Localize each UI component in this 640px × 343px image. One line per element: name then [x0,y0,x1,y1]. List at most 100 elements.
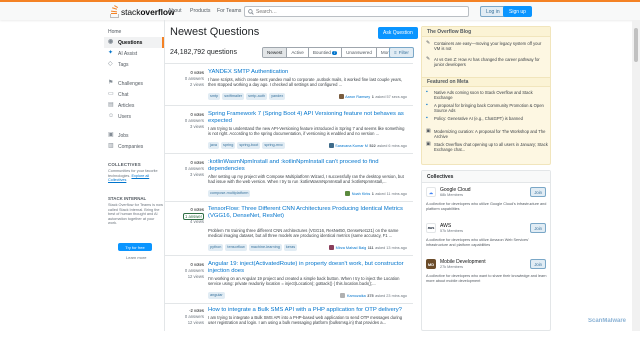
filter-button[interactable]: ≡ Filter [389,47,414,58]
meta-item[interactable]: ▣ Modernizing curation: A proposal for Th… [426,128,548,140]
search-input[interactable] [256,8,456,15]
collectives-widget: Collectives ☁ Google Cloud 68k Members J… [421,170,551,331]
tag-chip[interactable]: smtp-auth [246,93,268,100]
tab-bountied[interactable]: Bountied 7 [308,48,343,57]
tag-chip[interactable]: machine-learning [248,244,282,251]
stack-internal-heading: STACK INTERNAL [108,196,147,201]
challenge-icon: ⚑ [108,80,114,86]
tag-chip[interactable]: spring-boot [237,142,261,149]
nav-about[interactable]: About [164,6,186,16]
question-row: 0 votes 0 answers 2 views YANDEX SMTP Authe… [164,63,413,105]
avatar[interactable] [340,293,346,298]
user-name-link[interactable]: Aaron Ramsey [345,95,370,99]
join-button[interactable]: Join [530,223,546,233]
blog-item[interactable]: ✎ Containers are easy—moving your legacy … [426,41,548,52]
asked-time: asked 6 mins ago [377,143,407,148]
stackexchange-icon: ▣ [426,141,431,147]
user-name-link[interactable]: Saravana Kumar M [335,144,368,148]
page-scrollbar[interactable] [632,20,640,331]
stackexchange-icon: ▣ [426,128,431,134]
question-meta: Kamozaika 375 asked 23 mins ago [340,293,407,298]
tag-chip[interactable]: java [208,142,219,149]
question-title-link[interactable]: YANDEX SMTP Authentication [208,69,408,76]
tag-chip[interactable]: smtp [208,93,221,100]
tab-unanswered[interactable]: Unanswered [342,48,377,57]
login-button[interactable]: Log in [480,6,506,17]
tag-chip[interactable]: angular [208,292,225,299]
scrollbar-thumb[interactable] [634,28,638,62]
tag-chip[interactable]: python [208,244,224,251]
tab-active[interactable]: Active [287,48,309,57]
sidebar-item-articles[interactable]: ▤ Articles [104,100,164,111]
view-count: 12 views [187,274,204,279]
sidebar-item-users[interactable]: ☺ Users [104,111,164,122]
sidebar-item-label: Companies [118,143,144,150]
avatar[interactable] [338,94,344,99]
question-title-link[interactable]: :kotlinWasmNpmInstall and :kotlinNpmInst… [208,159,408,173]
sidebar-item-jobs[interactable]: ▣ Jobs [104,130,164,141]
view-count: 3 views [190,124,204,129]
avatar[interactable] [345,191,351,196]
chat-bubble-icon: ▪ [426,89,428,95]
sidebar-item-questions[interactable]: ◉ Questions [104,37,164,48]
tag-chip[interactable]: swiftmailer [222,93,245,100]
nav-for-teams[interactable]: For Teams [213,6,245,16]
answer-count: 0 answers [184,268,204,273]
answer-count: 0 answers [184,76,204,81]
user-reputation: 375 [367,293,374,298]
collective-members: 27k Members [440,265,464,269]
tag-chip[interactable]: spring [220,142,236,149]
user-name-link[interactable]: Kamozaika [347,294,366,298]
logo-text-plain: stack [121,6,141,17]
join-button[interactable]: Join [530,259,546,269]
sidebar-item-ai-assist[interactable]: ✦ AI Assist [104,48,164,59]
sidebar-item-tags[interactable]: ◇ Tags [104,59,164,70]
tab-newest[interactable]: Newest [263,48,288,57]
tag-chip[interactable]: compose-multiplatform [208,190,251,197]
user-reputation: 111 [367,245,374,250]
collectives-description: Communities for your favorite technologi… [108,169,158,183]
sidebar-item-home[interactable]: Home [104,26,164,37]
ask-question-button[interactable]: Ask Question [378,27,418,39]
collective-description: A collective for developers who want to … [426,274,547,283]
question-title-link[interactable]: TensorFlow: Three Different CNN Architec… [208,206,408,220]
collective-description: A collective for developers who utilize … [426,202,547,211]
tag-chip[interactable]: tensorflow [225,244,247,251]
user-reputation: 522 [369,143,376,148]
user-name-link[interactable]: Noah Kirks [352,192,371,196]
tag-chip[interactable]: spring-mvc [262,142,285,149]
question-excerpt: I have scripts, which create sent yandex… [208,77,403,88]
try-for-free-button[interactable]: Try for free [118,243,152,251]
tag-chip[interactable]: yandex [269,93,286,100]
user-name-link[interactable]: Mirza Mahad Baig [336,246,367,250]
blog-item[interactable]: ✎ AI vs Gen Z: How AI has changed the car… [426,57,548,68]
avatar[interactable] [329,245,335,250]
nav-products[interactable]: Products [186,6,214,16]
meta-item[interactable]: ▪ Native Ads coming soon to Stack Overflo… [426,89,548,101]
globe-icon: ◉ [108,39,114,45]
question-title-link[interactable]: Angular 19: inject(ActivatedRoute) in pr… [208,261,408,275]
meta-item[interactable]: ▪ Policy: Generative AI (e.g., ChatGPT) i… [426,116,548,122]
sidebar-item-challenges[interactable]: ⚑ Challenges [104,78,164,89]
sidebar-item-chat[interactable]: ▭ Chat [104,89,164,100]
chat-bubble-icon: ▪ [426,102,428,108]
meta-item[interactable]: ▪ A proposal for bringing back Community … [426,102,548,114]
signup-button[interactable]: Sign up [503,6,532,17]
question-title-link[interactable]: Spring Framework 7 (Spring Boot 4) API V… [208,111,408,125]
join-button[interactable]: Join [530,187,546,197]
search-box[interactable] [244,6,469,17]
learn-more-link[interactable]: Learn more [126,255,146,260]
aws-icon: aws [426,223,436,233]
sidebar-item-label: Chat [118,91,129,98]
question-meta: Aaron Ramsey 1 asked 57 secs ago [338,94,407,99]
question-title-link[interactable]: How to integrate a Bulk SMS API with a P… [208,307,408,314]
answer-count: 0 answers [184,166,204,171]
article-icon: ▤ [108,102,114,108]
overflow-blog-widget: The Overflow Blog ✎ Containers are easy—m… [421,26,551,165]
tag-chip[interactable]: keras [283,244,298,251]
question-stats: 0 votes 0 answers 3 views [164,160,204,178]
sidebar-item-companies[interactable]: ▥ Companies [104,141,164,152]
avatar[interactable] [328,143,334,148]
meta-item[interactable]: ▣ Stack Overflow chat opening up to all u… [426,141,548,153]
sort-tabs: Newest Active Bountied 7 Unanswered More … [262,47,400,58]
